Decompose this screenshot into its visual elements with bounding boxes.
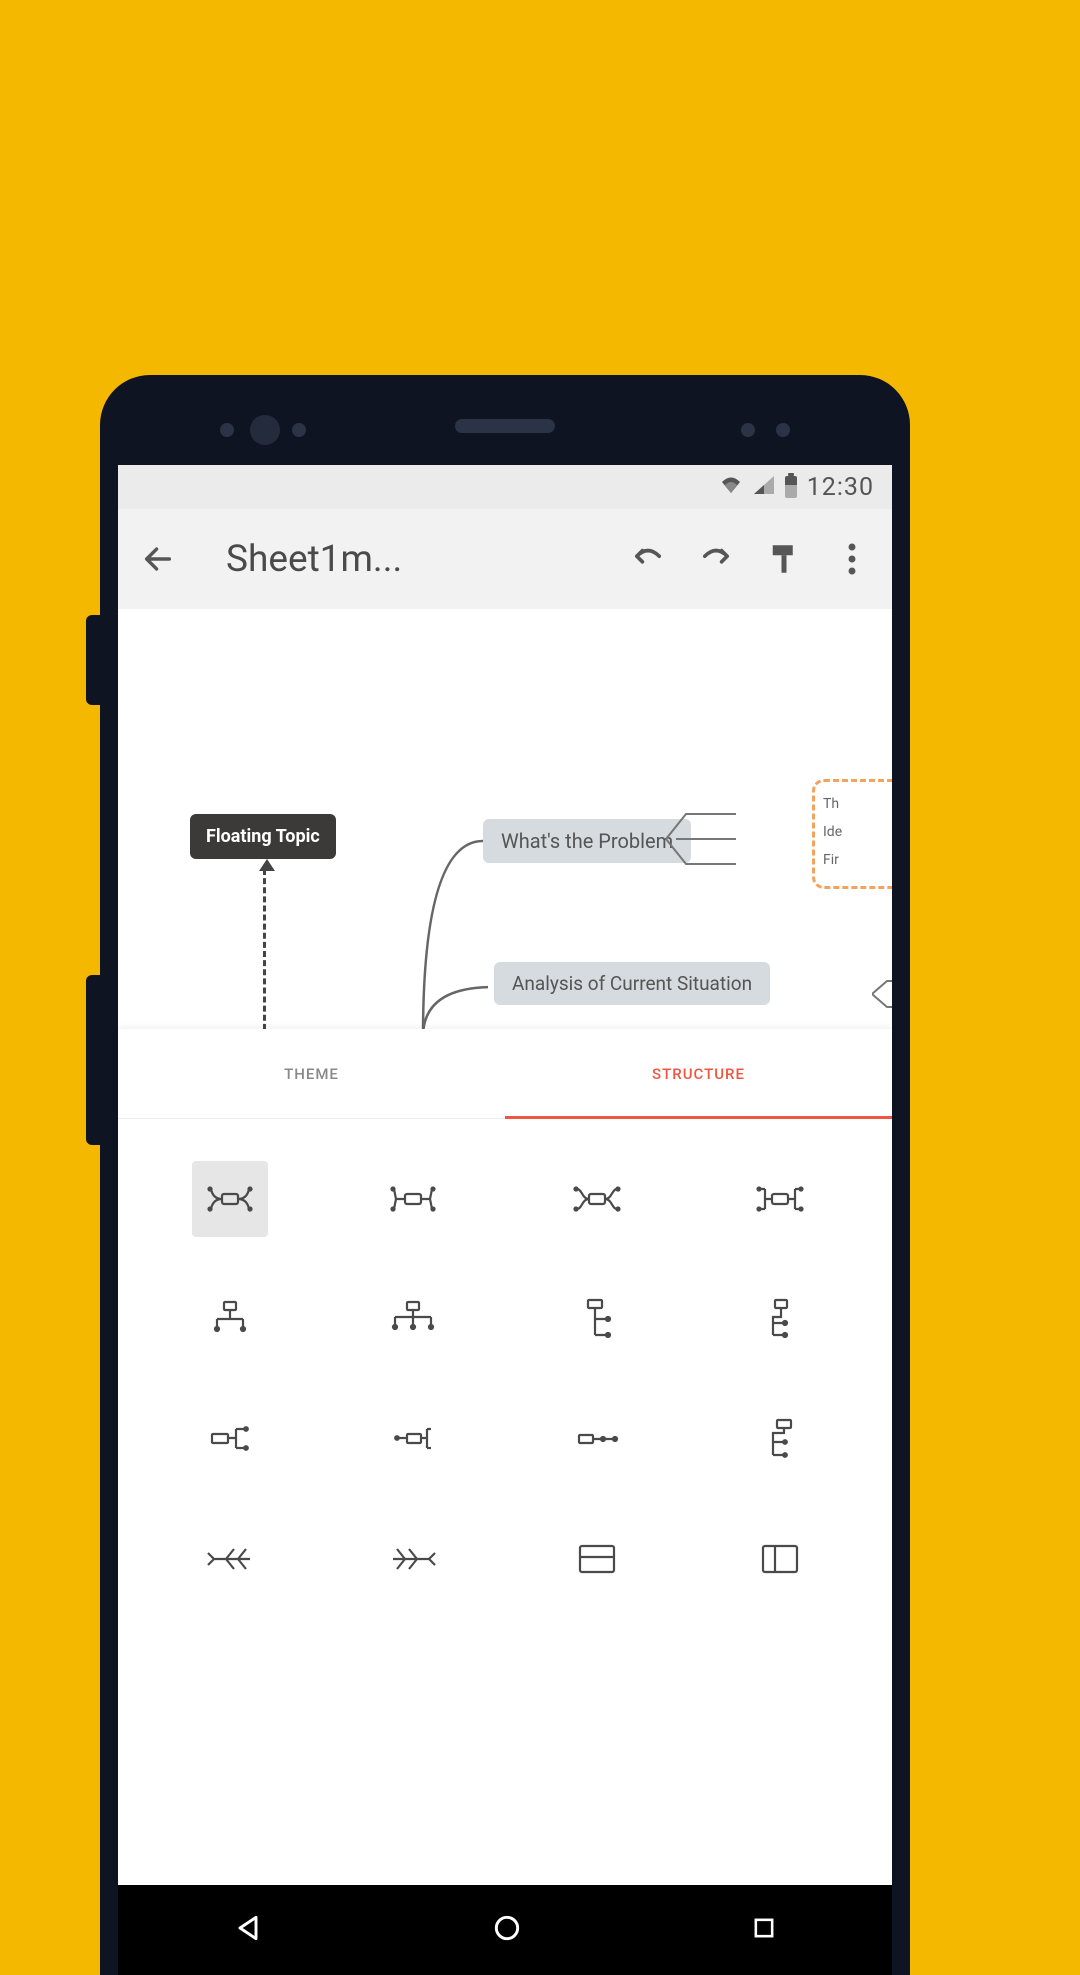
battery-icon bbox=[785, 476, 797, 498]
nav-back-button[interactable] bbox=[232, 1912, 264, 1948]
structure-org-2[interactable] bbox=[322, 1279, 506, 1359]
phone-frame: 12:30 Sheet1m... Floating Topic bbox=[100, 375, 910, 1975]
sub-topic[interactable]: Fir bbox=[823, 846, 892, 874]
status-time: 12:30 bbox=[807, 473, 874, 502]
format-panel: THEME STRUCTURE bbox=[118, 1029, 892, 1885]
structure-fishbone-right[interactable] bbox=[322, 1519, 506, 1599]
phone-sensors bbox=[100, 411, 910, 451]
structure-tree-2[interactable] bbox=[322, 1399, 506, 1479]
structure-tree-1[interactable] bbox=[138, 1399, 322, 1479]
structure-logic-2[interactable] bbox=[689, 1279, 873, 1359]
nav-recent-button[interactable] bbox=[750, 1914, 778, 1946]
sub-topic[interactable]: Th bbox=[823, 790, 892, 818]
structure-fishbone-left[interactable] bbox=[138, 1519, 322, 1599]
tab-theme[interactable]: THEME bbox=[118, 1029, 505, 1118]
undo-button[interactable] bbox=[618, 535, 678, 583]
redo-button[interactable] bbox=[686, 535, 746, 583]
side-button bbox=[86, 975, 100, 1145]
structure-mindmap-2[interactable] bbox=[322, 1159, 506, 1239]
app-toolbar: Sheet1m... bbox=[118, 509, 892, 609]
status-bar: 12:30 bbox=[118, 465, 892, 509]
structure-grid bbox=[118, 1119, 892, 1639]
boundary-box[interactable]: Th Ide Fir bbox=[812, 779, 892, 889]
more-options-button[interactable] bbox=[822, 535, 882, 583]
tab-structure[interactable]: STRUCTURE bbox=[505, 1029, 892, 1118]
wifi-icon bbox=[719, 475, 743, 499]
panel-tabs: THEME STRUCTURE bbox=[118, 1029, 892, 1119]
structure-tree-4[interactable] bbox=[689, 1399, 873, 1479]
connector-line bbox=[418, 837, 488, 1029]
sub-topic[interactable]: Ide bbox=[823, 818, 892, 846]
topic-node-problem[interactable]: What's the Problem bbox=[483, 819, 691, 863]
structure-org-1[interactable] bbox=[138, 1279, 322, 1359]
side-button bbox=[86, 615, 100, 705]
structure-logic-1[interactable] bbox=[505, 1279, 689, 1359]
screen: 12:30 Sheet1m... Floating Topic bbox=[118, 465, 892, 1975]
connector-bracket bbox=[666, 809, 746, 879]
topic-node-analysis[interactable]: Analysis of Current Situation bbox=[494, 962, 770, 1005]
format-button[interactable] bbox=[754, 535, 814, 583]
structure-mindmap-1[interactable] bbox=[138, 1159, 322, 1239]
nav-home-button[interactable] bbox=[491, 1912, 523, 1948]
structure-mindmap-3[interactable] bbox=[505, 1159, 689, 1239]
relationship-arrow bbox=[263, 869, 266, 1029]
structure-tree-3[interactable] bbox=[505, 1399, 689, 1479]
mindmap-canvas[interactable]: Floating Topic What's the Problem Analys… bbox=[118, 609, 892, 1029]
cellular-icon bbox=[753, 475, 775, 499]
back-button[interactable] bbox=[128, 535, 188, 583]
document-title[interactable]: Sheet1m... bbox=[226, 538, 402, 581]
structure-spreadsheet-col[interactable] bbox=[689, 1519, 873, 1599]
android-navbar bbox=[118, 1885, 892, 1975]
connector-diamond bbox=[872, 979, 892, 1009]
floating-topic-node[interactable]: Floating Topic bbox=[190, 814, 336, 859]
structure-spreadsheet-row[interactable] bbox=[505, 1519, 689, 1599]
structure-mindmap-4[interactable] bbox=[689, 1159, 873, 1239]
